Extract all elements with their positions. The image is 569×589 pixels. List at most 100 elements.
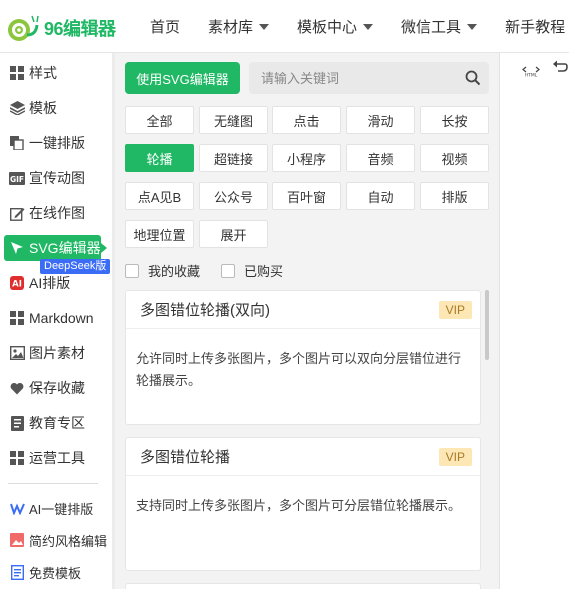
tag-click-a-show-b[interactable]: 点A见B [125,182,194,210]
nav-wechat-tools[interactable]: 微信工具 [401,16,478,37]
sidebar-item-label: 一键排版 [29,135,85,151]
sidebar-item-svg-editor[interactable]: SVG编辑器 [4,235,107,261]
grid-icon [9,65,25,81]
main-nav: 首页 素材库 模板中心 微信工具 新手教程 [150,0,569,53]
svg-text:GIF: GIF [10,175,24,184]
nav-home-label: 首页 [150,19,181,36]
sidebar-item-label: 在线作图 [29,205,85,221]
sidebar-item-gif[interactable]: GIF 宣传动图 [9,165,85,191]
logo[interactable]: 96编辑器 [6,13,116,43]
ai-icon: AI [9,275,25,291]
grid-icon [9,450,25,466]
sidebar-item-label: 宣传动图 [29,170,85,186]
search-icon[interactable] [457,62,489,94]
template-card-partial[interactable] [125,583,481,589]
tag-seamless[interactable]: 无缝图 [199,106,268,134]
svg-text:AI: AI [12,280,22,290]
sidebar-item-saved-favorites[interactable]: 保存收藏 [9,375,85,401]
nav-wechat-tools-label: 微信工具 [401,19,462,36]
left-sidebar: 样式 模板 一键排版 GIF 宣传动图 在线作图 SVG编辑器 DeepSeek… [0,53,112,589]
sidebar-item-label: 简约风格编辑 [29,533,108,549]
tag-click[interactable]: 点击 [272,106,341,134]
tag-carousel[interactable]: 轮播 [125,144,194,172]
sidebar-item-online-drawing[interactable]: 在线作图 [9,200,85,226]
card-description: 允许同时上传多张图片，多个图片可以双向分层错位进行轮播展示。 [136,351,462,388]
sidebar-item-label: 保存收藏 [29,380,85,396]
panel-scrollbar[interactable] [485,290,489,360]
tag-long-press[interactable]: 长按 [420,106,489,134]
sidebar-item-label: Markdown [29,310,94,326]
sidebar-item-label: 图片素材 [29,345,85,361]
tag-blinds[interactable]: 百叶窗 [272,182,341,210]
nav-materials[interactable]: 素材库 [208,16,270,37]
image-icon [9,345,25,361]
caret-down-icon [259,23,270,30]
sidebar-item-ai-one-click[interactable]: AI一键排版 [9,495,93,521]
tag-audio[interactable]: 音频 [346,144,415,172]
my-favorites-checkbox[interactable] [125,263,139,278]
nav-tutorials-label: 新手教程 [505,19,566,36]
caret-down-icon [467,23,478,30]
vip-badge: VIP [438,300,472,319]
search-box [249,62,489,94]
sidebar-item-markdown[interactable]: Markdown [9,305,94,331]
gif-icon: GIF [9,170,25,186]
nav-materials-label: 素材库 [208,19,254,36]
layers-icon [9,100,25,116]
tag-swipe[interactable]: 滑动 [346,106,415,134]
tag-location[interactable]: 地理位置 [125,220,194,248]
tag-official-account[interactable]: 公众号 [199,182,268,210]
search-input[interactable] [249,70,457,86]
card-title: 多图错位轮播(双向) [140,302,270,319]
tag-all[interactable]: 全部 [125,106,194,134]
template-card[interactable]: 多图错位轮播(双向) VIP 允许同时上传多张图片，多个图片可以双向分层错位进行… [125,290,481,425]
sidebar-item-free-templates[interactable]: 免费模板 [9,559,81,585]
sidebar-divider [8,483,98,484]
top-navigation-bar: 96编辑器 首页 素材库 模板中心 微信工具 新手教程 [0,0,569,53]
purchased-label: 已购买 [244,264,284,279]
sidebar-item-label: SVG编辑器 [29,240,101,256]
nav-tutorials[interactable]: 新手教程 [505,16,569,37]
document-icon [9,564,25,580]
sidebar-item-label: AI排版 [29,275,71,291]
brand-name: 96编辑器 [44,19,116,39]
sidebar-item-templates[interactable]: 模板 [9,95,57,121]
sidebar-item-one-click-layout[interactable]: 一键排版 [9,130,85,156]
sidebar-item-simple-style-editor[interactable]: 简约风格编辑 [9,527,107,553]
sidebar-item-label: 教育专区 [29,415,85,431]
grid-icon [9,310,25,326]
tag-layout[interactable]: 排版 [420,182,489,210]
editor-toolbar: HTML [499,53,569,589]
sidebar-item-education[interactable]: 教育专区 [9,410,85,436]
sidebar-item-ai-layout[interactable]: AI AI排版 [9,270,70,296]
undo-icon[interactable] [552,59,568,75]
tag-expand[interactable]: 展开 [199,220,268,248]
tag-hyperlink[interactable]: 超链接 [199,144,268,172]
purchased-checkbox-row[interactable]: 已购买 [221,261,283,280]
book-icon [9,415,25,431]
card-header: 多图错位轮播(双向) VIP [126,291,480,329]
use-svg-editor-button[interactable]: 使用SVG编辑器 [125,62,240,94]
sidebar-item-ops-tools[interactable]: 运营工具 [9,445,85,471]
nav-home[interactable]: 首页 [150,16,180,37]
sidebar-item-label: 样式 [29,65,57,81]
template-card[interactable]: 多图错位轮播 VIP 支持同时上传多张图片，多个图片可分层错位轮播展示。 [125,437,481,571]
tag-video[interactable]: 视频 [420,144,489,172]
sidebar-item-label: 免费模板 [29,565,82,581]
sidebar-item-styles[interactable]: 样式 [9,60,57,86]
tag-auto[interactable]: 自动 [346,182,415,210]
heart-icon [9,380,25,396]
my-favorites-label: 我的收藏 [148,264,201,279]
purchased-checkbox[interactable] [221,263,235,278]
ai-brain-icon [9,500,25,516]
html-code-icon[interactable]: HTML [522,61,540,77]
sidebar-item-image-materials[interactable]: 图片素材 [9,340,85,366]
caret-down-icon [363,23,374,30]
card-description: 支持同时上传多张图片，多个图片可分层错位轮播展示。 [136,498,462,513]
nav-templates-label: 模板中心 [297,19,358,36]
my-favorites-checkbox-row[interactable]: 我的收藏 [125,261,200,280]
nav-templates[interactable]: 模板中心 [297,16,374,37]
svg-template-panel: 使用SVG编辑器 全部 无缝图 点击 滑动 长按 轮播 超链接 小程序 音频 视… [115,53,499,589]
tag-mini-program[interactable]: 小程序 [272,144,341,172]
copy-icon [9,135,25,151]
